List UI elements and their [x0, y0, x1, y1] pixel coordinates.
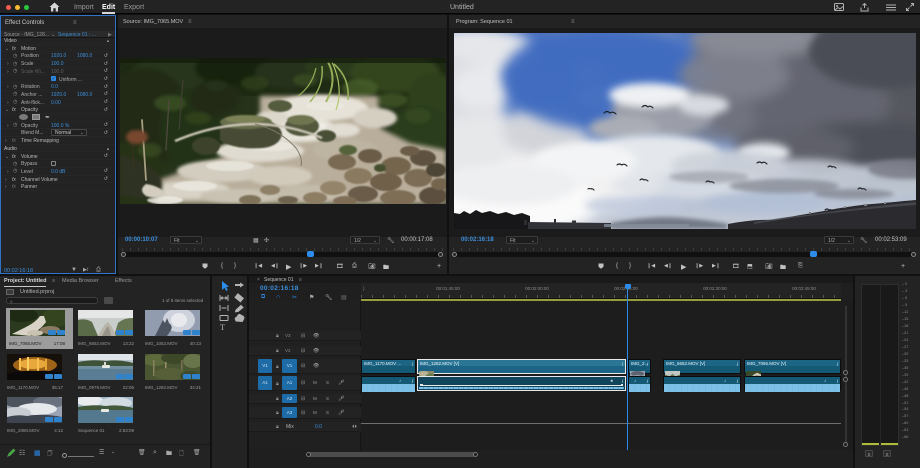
svg-text:T: T: [220, 323, 225, 332]
